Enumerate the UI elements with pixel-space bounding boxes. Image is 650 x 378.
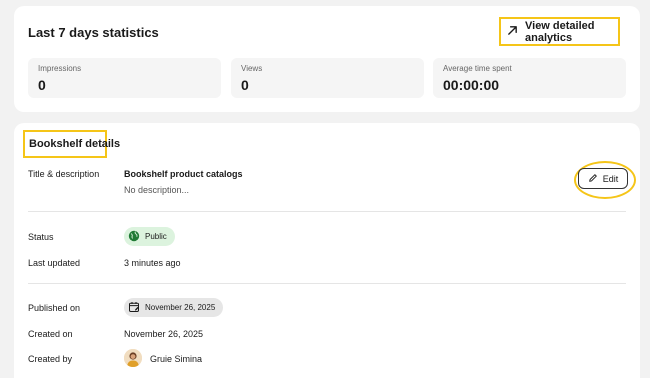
avg-time-value: 00:00:00 (443, 77, 500, 93)
avatar (124, 349, 142, 367)
view-analytics-button[interactable]: View detailed analytics (499, 17, 620, 46)
statistics-card: Last 7 days statistics View detailed ana… (14, 6, 640, 112)
created-on-value: November 26, 2025 (124, 329, 204, 339)
views-value: 0 (241, 77, 249, 93)
impressions-stat: Impressions 0 (28, 58, 221, 98)
arrow-up-right-icon (507, 25, 525, 39)
bookshelf-details-card: Bookshelf details Title & description Bo… (14, 123, 640, 378)
impressions-label: Impressions (38, 64, 82, 73)
pencil-icon (588, 173, 603, 185)
product-name: Bookshelf product catalogs (124, 169, 243, 179)
avg-time-stat: Average time spent 00:00:00 (433, 58, 626, 98)
edit-button[interactable]: Edit (578, 168, 628, 189)
title-description-label: Title & description (28, 169, 100, 179)
divider (28, 211, 626, 212)
impressions-value: 0 (38, 77, 46, 93)
status-badge: Public (124, 227, 175, 246)
globe-icon (128, 230, 145, 244)
last-updated-label: Last updated (28, 258, 81, 268)
views-label: Views (241, 64, 263, 73)
statistics-title: Last 7 days statistics (28, 25, 159, 40)
created-on-label: Created on (28, 329, 73, 339)
divider (28, 283, 626, 284)
view-analytics-label: View detailed analytics (525, 19, 595, 44)
created-by-value: Gruie Simina (150, 354, 203, 364)
published-date-badge: November 26, 2025 (124, 298, 224, 317)
bookshelf-details-title: Bookshelf details (23, 130, 120, 158)
avg-time-label: Average time spent (443, 64, 512, 73)
edit-label: Edit (602, 173, 619, 184)
status-label: Status (28, 232, 54, 242)
status-value: Public (145, 232, 167, 241)
last-updated-value: 3 minutes ago (124, 258, 181, 268)
created-by-label: Created by (28, 354, 73, 364)
calendar-icon (128, 301, 145, 315)
published-on-value: November 26, 2025 (145, 303, 216, 312)
published-on-label: Published on (28, 303, 81, 313)
product-description: No description... (124, 185, 190, 195)
views-stat: Views 0 (231, 58, 424, 98)
